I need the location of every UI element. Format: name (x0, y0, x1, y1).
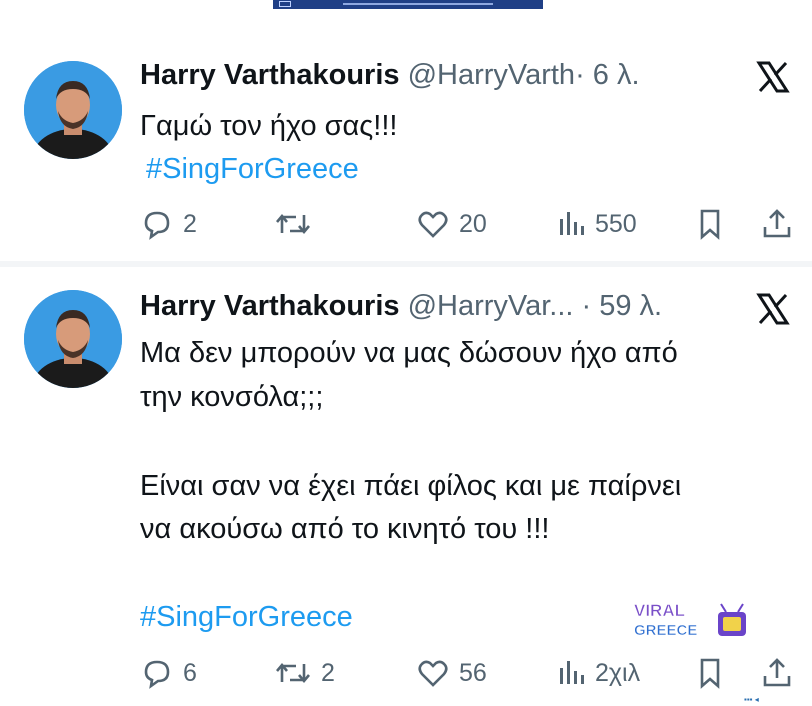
tweet-1[interactable]: Harry Varthakouris @HarryVarth· 6 λ. Γαμ… (0, 38, 812, 260)
small-watermark: ▪▪▪ ◂ (744, 695, 759, 704)
reply-button[interactable]: 2 (140, 204, 197, 244)
like-count: 20 (459, 209, 487, 238)
avatar[interactable] (24, 61, 122, 159)
tweet-text-line: να ακούσω από το κινητό του !!! (140, 513, 550, 545)
watermark-line1: VIRAL (634, 601, 685, 620)
avatar-image (24, 61, 122, 159)
views-count: 550 (595, 209, 637, 238)
reply-count: 2 (183, 209, 197, 238)
reply-icon (144, 211, 170, 240)
retweet-icon (276, 213, 310, 235)
x-logo-icon (756, 61, 790, 93)
views-icon (560, 661, 584, 684)
retweet-icon (276, 662, 310, 684)
tweet-header: Harry Varthakouris @HarryVarth· 6 λ. (140, 58, 722, 92)
author-name[interactable]: Harry Varthakouris (140, 290, 400, 322)
like-button[interactable]: 56 (416, 653, 487, 693)
author-name[interactable]: Harry Varthakouris (140, 59, 400, 91)
views-button[interactable]: 550 (556, 204, 637, 244)
like-icon (418, 660, 448, 687)
views-count: 2χιλ (595, 658, 641, 687)
views-icon (560, 212, 584, 235)
like-button[interactable]: 20 (416, 204, 487, 244)
bookmark-button[interactable] (695, 653, 725, 693)
tweet-text: Γαμώ τον ήχο σας!!! (140, 110, 398, 142)
banner-text (343, 3, 493, 5)
reply-button[interactable]: 6 (140, 653, 197, 693)
tweet-time[interactable]: · 6 λ. (575, 59, 639, 91)
share-button[interactable] (760, 653, 794, 693)
views-button[interactable]: 2χιλ (556, 653, 640, 693)
tweet-actions: 2 20 550 (140, 204, 798, 244)
bookmark-button[interactable] (695, 204, 725, 244)
avatar-image (24, 290, 122, 388)
page: Harry Varthakouris @HarryVarth· 6 λ. Γαμ… (0, 0, 812, 706)
like-icon (418, 211, 448, 238)
top-banner (273, 0, 543, 9)
hashtag-link[interactable]: #SingForGreece (140, 596, 353, 638)
reply-icon (144, 660, 170, 689)
like-count: 56 (459, 658, 487, 687)
author-handle[interactable]: @HarryVar... (408, 290, 574, 322)
avatar[interactable] (24, 290, 122, 388)
watermark-line2: GREECE (634, 622, 697, 639)
tweet-header: Harry Varthakouris @HarryVar... · 59 λ. (140, 289, 722, 323)
share-button[interactable] (760, 204, 794, 244)
retweet-count: 2 (321, 658, 335, 687)
author-handle[interactable]: @HarryVarth (408, 59, 576, 91)
retweet-button[interactable] (274, 204, 321, 244)
tweet-actions: 6 2 56 2χιλ (140, 653, 798, 693)
bookmark-icon (700, 658, 720, 689)
retweet-button[interactable]: 2 (274, 653, 335, 693)
banner-logo (279, 1, 291, 7)
share-icon (763, 658, 791, 687)
reply-count: 6 (183, 658, 197, 687)
tweet-text-line: Είναι σαν να έχει πάει φίλος και με παίρ… (140, 470, 682, 502)
x-logo-icon (756, 293, 790, 325)
tweet-text-line: Μα δεν μπορούν να μας δώσουν ήχο από (140, 337, 678, 369)
viral-greece-watermark: VIRAL GREECE (634, 601, 746, 639)
tweet-time[interactable]: · 59 λ. (582, 290, 663, 322)
tweet-text-line: την κονσόλα;;; (140, 381, 324, 413)
hashtag-link[interactable]: #SingForGreece (146, 148, 359, 190)
tweet-divider (0, 261, 812, 267)
bookmark-icon (700, 209, 720, 240)
share-icon (763, 209, 791, 238)
